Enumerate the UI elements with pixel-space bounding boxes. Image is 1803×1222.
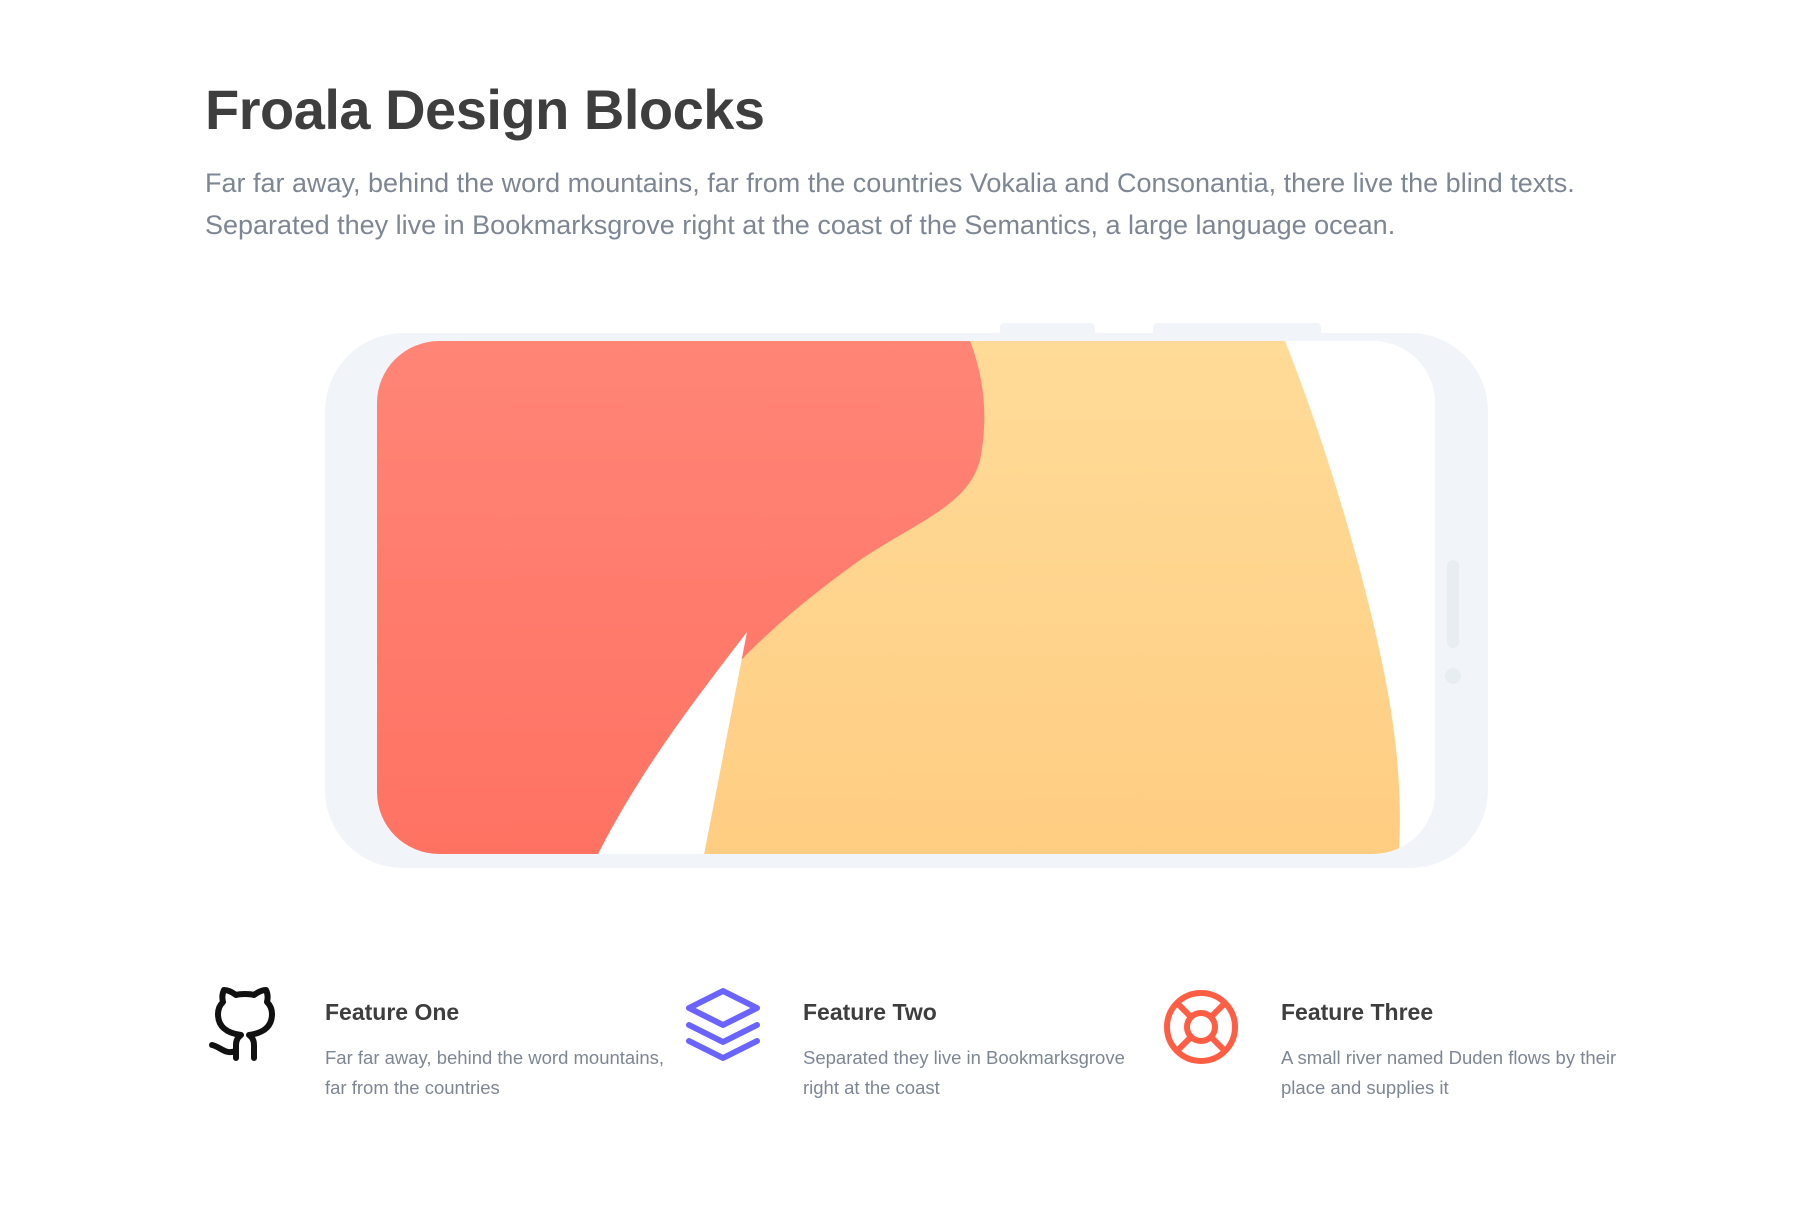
layers-icon — [683, 985, 763, 1065]
github-icon — [205, 985, 285, 1065]
feature-three-text: A small river named Duden flows by their… — [1281, 1047, 1617, 1098]
feature-three: Feature Three A small river named Duden … — [1161, 985, 1621, 1115]
feature-two-text: Separated they live in Bookmarksgrove ri… — [803, 1047, 1125, 1098]
life-ring-icon — [1161, 985, 1241, 1065]
hero-phone-illustration — [320, 320, 1490, 875]
feature-one-title: Feature One — [325, 999, 460, 1025]
feature-one-text: Far far away, behind the word mountains,… — [325, 1047, 664, 1098]
feature-two: Feature Two Separated they live in Bookm… — [683, 985, 1143, 1115]
page: Froala Design Blocks Far far away, behin… — [0, 0, 1803, 1222]
page-title: Froala Design Blocks — [205, 78, 765, 141]
phone-side-button — [1447, 560, 1459, 648]
feature-two-title: Feature Two — [803, 999, 937, 1025]
feature-one: Feature One Far far away, behind the wor… — [205, 985, 665, 1115]
phone-sensor — [1445, 668, 1461, 684]
feature-three-title: Feature Three — [1281, 999, 1434, 1025]
lead-paragraph: Far far away, behind the word mountains,… — [205, 168, 1575, 240]
features-section: Feature One Far far away, behind the wor… — [205, 985, 1616, 1115]
